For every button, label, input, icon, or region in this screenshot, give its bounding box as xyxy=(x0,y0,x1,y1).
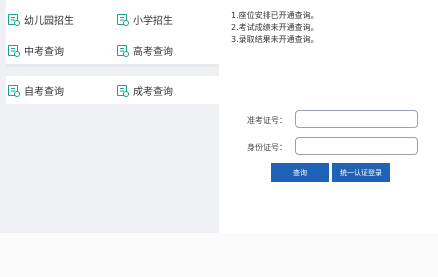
document-icon xyxy=(8,85,20,97)
id-number-label: 身份证号： xyxy=(247,143,287,152)
document-icon xyxy=(117,45,129,57)
unified-login-button[interactable]: 统一认证登录 xyxy=(332,163,390,182)
menu-item-label: 成考查询 xyxy=(133,87,173,98)
notice-list: 1.座位安排已开通查询。 2.考试成绩未开通查询。 3.录取结果未开通查询。 xyxy=(231,10,319,46)
menu-item-label: 自考查询 xyxy=(24,87,64,98)
document-icon xyxy=(117,85,129,97)
exam-number-label: 准考证号： xyxy=(247,116,287,125)
document-icon xyxy=(117,14,129,26)
menu-item-zhongkao[interactable]: 中考查询 xyxy=(8,43,64,58)
menu-item-zikao[interactable]: 自考查询 xyxy=(8,83,64,98)
document-icon xyxy=(8,14,20,26)
menu-divider xyxy=(6,64,219,67)
menu-item-label: 中考查询 xyxy=(24,47,64,58)
menu-item-chengkao[interactable]: 成考查询 xyxy=(117,83,173,98)
menu-item-kindergarten[interactable]: 幼儿园招生 xyxy=(8,12,74,27)
notice-line: 2.考试成绩未开通查询。 xyxy=(231,23,319,32)
menu-item-primary-school[interactable]: 小学招生 xyxy=(117,12,173,27)
menu-item-label: 幼儿园招生 xyxy=(24,16,74,27)
left-menu-panel: 幼儿园招生 小学招生 中考查询 高考查询 自考查询 成考查询 xyxy=(0,0,219,233)
menu-item-label: 高考查询 xyxy=(133,47,173,58)
notice-line: 1.座位安排已开通查询。 xyxy=(231,11,319,20)
menu-item-gaokao[interactable]: 高考查询 xyxy=(117,43,173,58)
exam-number-input[interactable] xyxy=(295,110,418,128)
query-button[interactable]: 查询 xyxy=(271,163,329,182)
notice-line: 3.录取结果未开通查询。 xyxy=(231,35,319,44)
bottom-blank-area xyxy=(0,233,438,277)
menu-item-label: 小学招生 xyxy=(133,16,173,27)
id-number-input[interactable] xyxy=(295,137,418,155)
document-icon xyxy=(8,45,20,57)
